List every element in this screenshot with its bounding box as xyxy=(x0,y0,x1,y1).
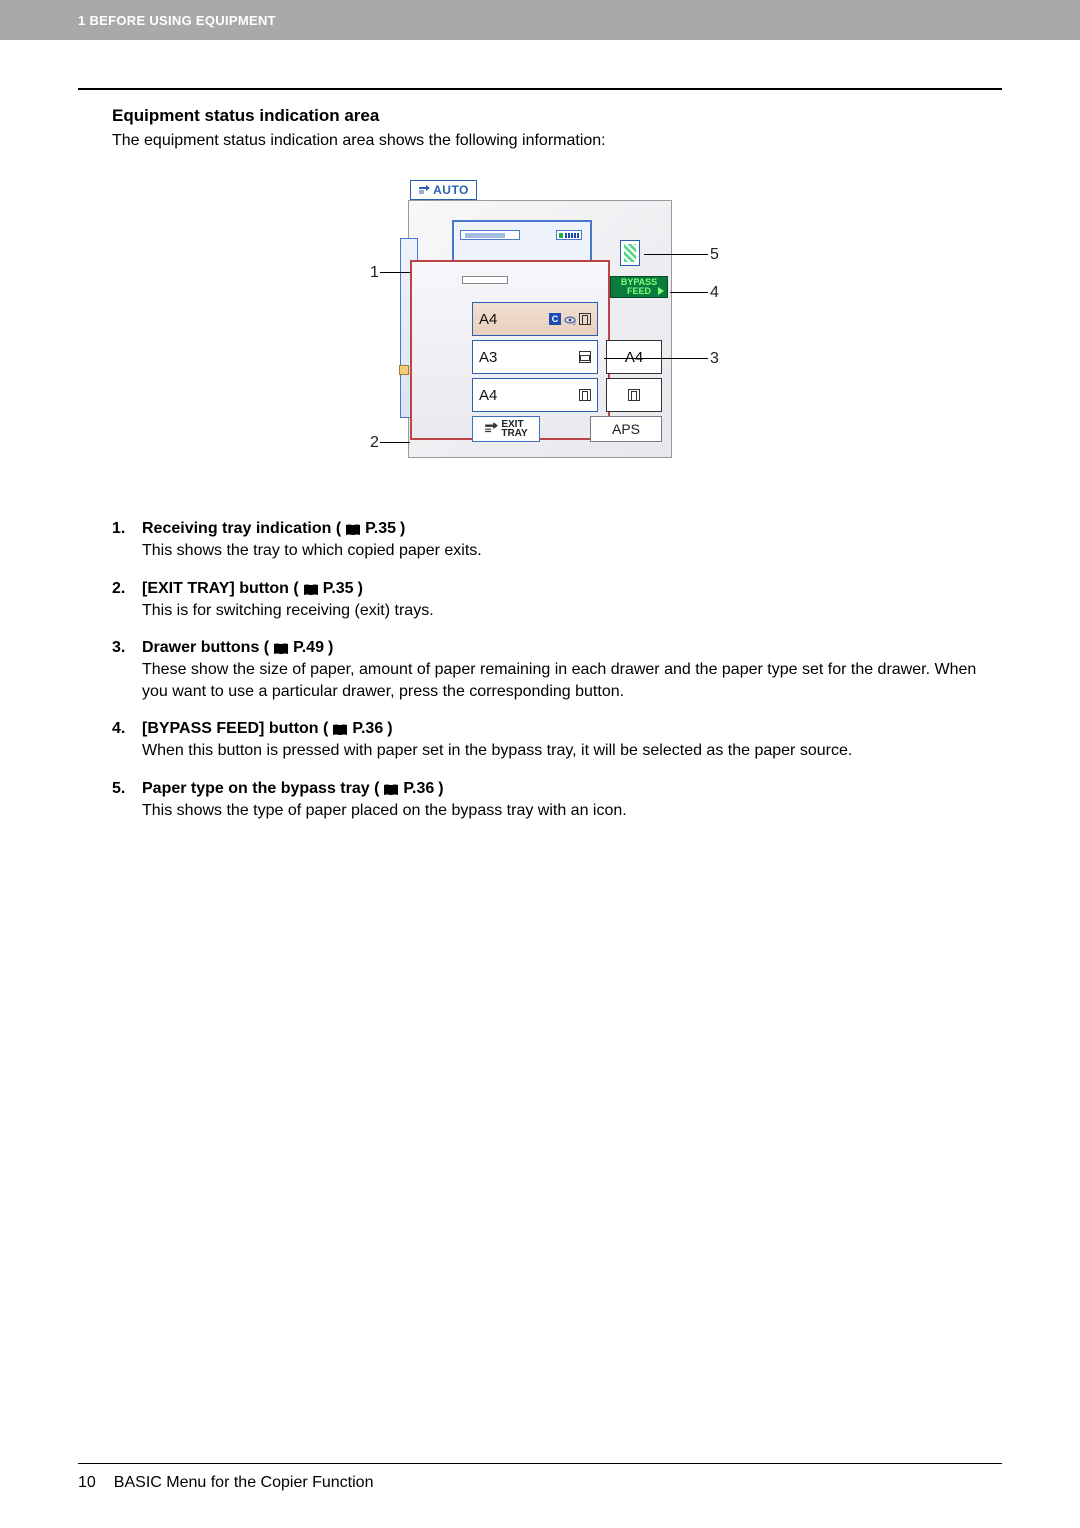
side-drawer-2 xyxy=(606,378,662,412)
callout-3: 3 xyxy=(710,350,719,368)
item-description: When this button is pressed with paper s… xyxy=(142,740,852,762)
aps-button: APS xyxy=(590,416,662,442)
page-reference: P.49 xyxy=(293,639,324,657)
top-rule xyxy=(78,88,1002,90)
callout-5: 5 xyxy=(710,246,719,264)
item-title: Receiving tray indication (P.35) xyxy=(142,520,482,538)
svg-text:2: 2 xyxy=(573,321,576,326)
chapter-title: 1 BEFORE USING EQUIPMENT xyxy=(78,13,276,28)
item-title: [EXIT TRAY] button (P.35) xyxy=(142,580,434,598)
footer-rule xyxy=(78,1463,1002,1464)
page-footer: 10 BASIC Menu for the Copier Function xyxy=(78,1463,1002,1492)
callout-line xyxy=(604,358,708,359)
drawer-1-size: A4 xyxy=(479,311,497,328)
callout-line xyxy=(380,272,410,273)
section-title: Equipment status indication area xyxy=(112,106,1002,126)
callout-line xyxy=(670,292,708,293)
page-reference: P.36 xyxy=(403,780,434,798)
list-item: 5. Paper type on the bypass tray (P.36) Th… xyxy=(112,780,1002,822)
side-drawer-1: A4 xyxy=(606,340,662,374)
equipment-diagram: AUTO A4 C 2 A3 xyxy=(350,180,730,480)
drawer-2: A3 xyxy=(472,340,598,374)
side-drawer-size: A4 xyxy=(625,349,643,366)
exit-tray-button: EXIT TRAY xyxy=(472,416,540,442)
item-title: Drawer buttons (P.49) xyxy=(142,639,1002,657)
landscape-icon xyxy=(579,351,591,363)
portrait-icon xyxy=(579,389,591,401)
drawer-2-size: A3 xyxy=(479,349,497,366)
footer-title: BASIC Menu for the Copier Function xyxy=(114,1474,374,1492)
callout-line xyxy=(644,254,708,255)
item-title: [BYPASS FEED] button (P.36) xyxy=(142,720,852,738)
book-icon xyxy=(332,724,348,736)
auto-indicator: AUTO xyxy=(410,180,477,200)
scanner-unit xyxy=(452,220,592,262)
bypass-paper-type-icon xyxy=(620,240,640,266)
eye-icon: 2 xyxy=(564,313,576,325)
list-item: 2. [EXIT TRAY] button (P.35) This is for s… xyxy=(112,580,1002,622)
section-intro: The equipment status indication area sho… xyxy=(112,132,1002,150)
page-number: 10 xyxy=(78,1474,96,1492)
item-number: 1. xyxy=(112,520,132,562)
portrait-icon xyxy=(579,313,591,325)
auto-label: AUTO xyxy=(433,183,469,197)
book-icon xyxy=(383,784,399,796)
paper-exit-icon xyxy=(418,184,430,196)
main-body: A4 C 2 A3 A4 A4 xyxy=(410,260,610,440)
bypass-feed-button: BYPASS FEED xyxy=(610,276,668,298)
bypass-line2: FEED xyxy=(627,287,651,296)
list-item: 4. [BYPASS FEED] button (P.36) When this b… xyxy=(112,720,1002,762)
page-reference: P.36 xyxy=(352,720,383,738)
book-icon xyxy=(345,524,361,536)
feature-list: 1. Receiving tray indication (P.35) This s… xyxy=(112,520,1002,822)
list-item: 3. Drawer buttons (P.49) These show the si… xyxy=(112,639,1002,702)
exit-tray-label: EXIT TRAY xyxy=(501,420,527,438)
item-title: Paper type on the bypass tray (P.36) xyxy=(142,780,627,798)
item-number: 4. xyxy=(112,720,132,762)
item-number: 2. xyxy=(112,580,132,622)
item-number: 3. xyxy=(112,639,132,702)
book-icon xyxy=(303,584,319,596)
callout-line xyxy=(380,442,410,443)
paper-exit-icon xyxy=(484,421,498,437)
portrait-icon xyxy=(628,389,640,401)
item-number: 5. xyxy=(112,780,132,822)
page-content: Equipment status indication area The equ… xyxy=(0,40,1080,822)
item-description: This shows the type of paper placed on t… xyxy=(142,800,627,822)
color-badge-icon: C xyxy=(549,313,561,325)
callout-2: 2 xyxy=(370,434,379,452)
item-description: This shows the tray to which copied pape… xyxy=(142,540,482,562)
book-icon xyxy=(273,643,289,655)
page-reference: P.35 xyxy=(323,580,354,598)
drawer-3: A4 xyxy=(472,378,598,412)
callout-1: 1 xyxy=(370,264,379,282)
item-description: This is for switching receiving (exit) t… xyxy=(142,600,434,622)
item-description: These show the size of paper, amount of … xyxy=(142,659,1002,702)
drawer-3-size: A4 xyxy=(479,387,497,404)
page-reference: P.35 xyxy=(365,520,396,538)
list-item: 1. Receiving tray indication (P.35) This s… xyxy=(112,520,1002,562)
callout-4: 4 xyxy=(710,284,719,302)
chapter-header: 1 BEFORE USING EQUIPMENT xyxy=(0,0,1080,40)
drawer-1: A4 C 2 xyxy=(472,302,598,336)
diagram-container: AUTO A4 C 2 A3 xyxy=(78,180,1002,480)
